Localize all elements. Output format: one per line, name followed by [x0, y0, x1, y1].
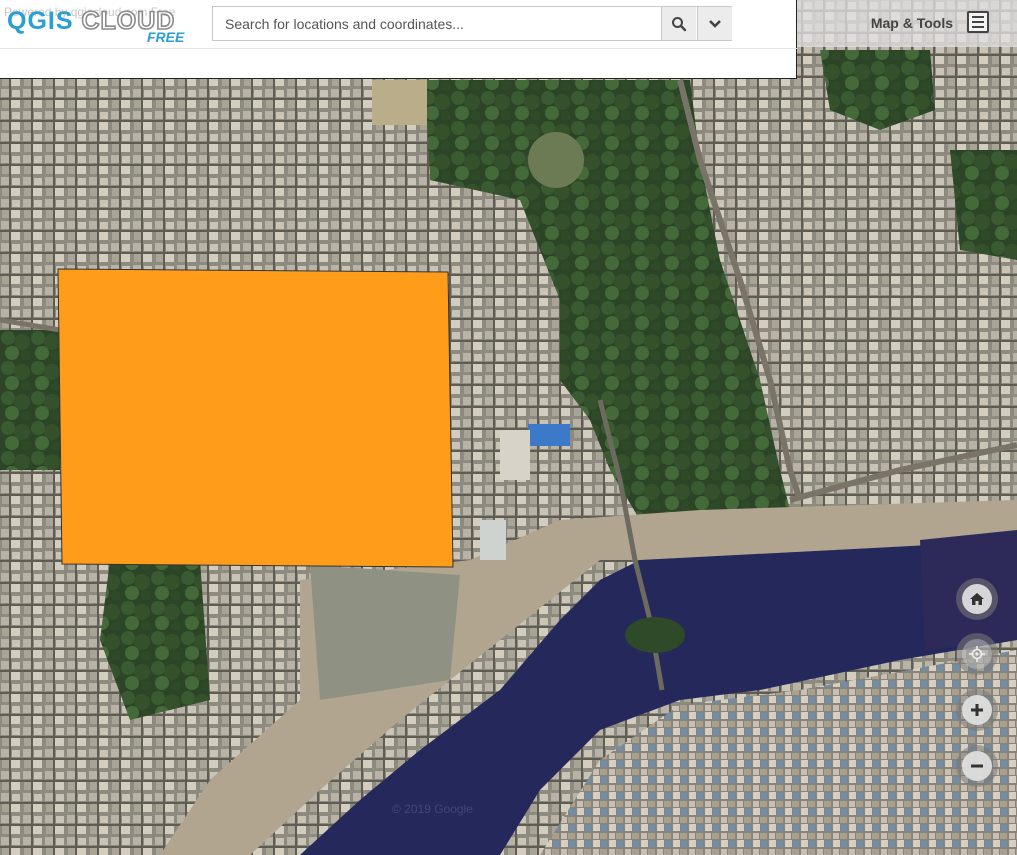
- zoom-out-button[interactable]: [956, 745, 998, 787]
- menu-toggle-button[interactable]: [967, 11, 989, 33]
- minus-icon: [971, 764, 983, 768]
- map-tools-header: Map & Tools: [797, 0, 1017, 47]
- search-input[interactable]: [213, 7, 661, 40]
- locate-button[interactable]: [956, 633, 998, 675]
- zoom-in-button[interactable]: [956, 689, 998, 731]
- map-tools-label[interactable]: Map & Tools: [871, 15, 953, 31]
- hamburger-icon: [972, 16, 984, 18]
- home-button[interactable]: [956, 578, 998, 620]
- imagery-attribution: © 2019 Google: [392, 802, 473, 816]
- logo-tier-label: FREE: [147, 29, 185, 43]
- home-icon: [970, 593, 984, 605]
- search-box: [212, 6, 732, 41]
- chevron-down-icon: [709, 19, 721, 28]
- qgis-cloud-logo: QGIS CLOUD FREE: [7, 7, 185, 43]
- plus-icon: [971, 704, 983, 716]
- locate-icon: [969, 646, 985, 662]
- search-options-dropdown[interactable]: [697, 7, 732, 40]
- search-button[interactable]: [661, 7, 696, 40]
- search-icon: [672, 16, 687, 31]
- panel-divider: [0, 48, 797, 49]
- orange-polygon-feature[interactable]: [57, 268, 454, 568]
- top-panel: Powered by qgiscloud.com Free QGIS CLOUD…: [0, 0, 797, 79]
